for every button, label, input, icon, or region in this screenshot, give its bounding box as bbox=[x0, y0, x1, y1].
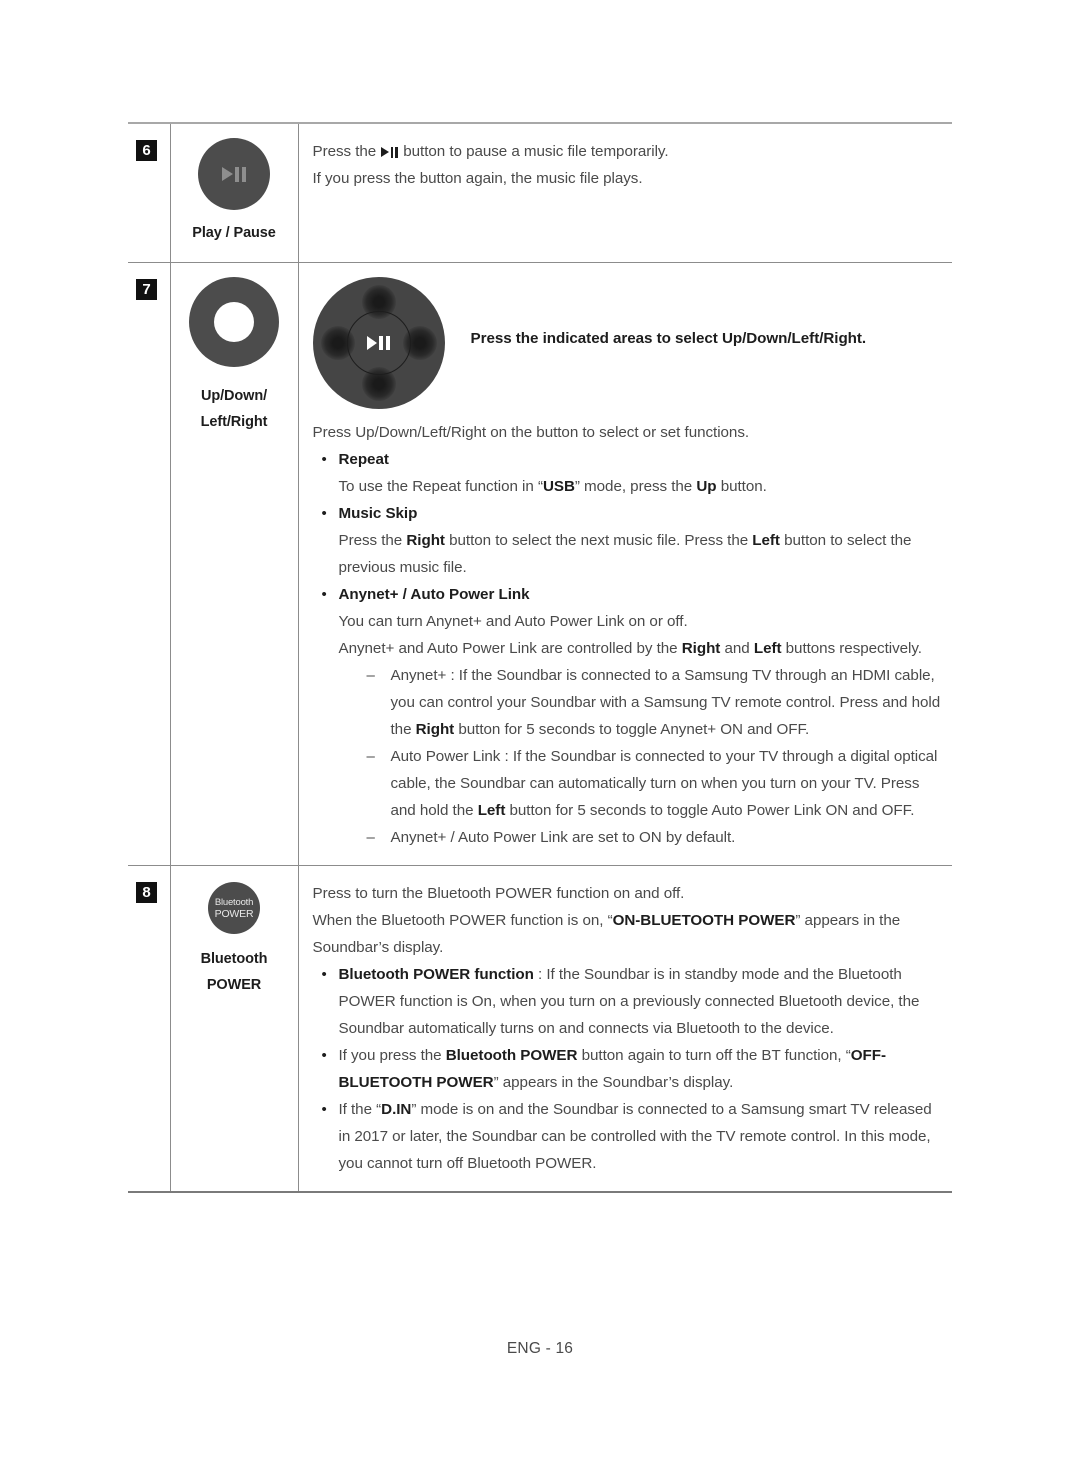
table-row: 7 Up/Down/ Left/Right Press the indicate… bbox=[128, 262, 952, 866]
rich-text: Press to turn the Bluetooth POWER functi… bbox=[312, 885, 685, 902]
dpad-diagram-row: Press the indicated areas to select Up/D… bbox=[312, 277, 947, 409]
step-number-badge: 7 bbox=[136, 279, 157, 300]
list-item: Repeat To use the Repeat function in “US… bbox=[313, 446, 947, 500]
row-description-cell: Press the indicated areas to select Up/D… bbox=[298, 262, 952, 866]
list-item: Anynet+ / Auto Power Link are set to ON … bbox=[365, 824, 947, 851]
list-item: If you press the Bluetooth POWER button … bbox=[313, 1042, 947, 1096]
rich-text: Press the Right button to select the nex… bbox=[338, 532, 912, 576]
list-item: Anynet+ / Auto Power Link You can turn A… bbox=[313, 581, 947, 851]
row-icon-cell: Up/Down/ Left/Right bbox=[170, 262, 299, 866]
bullet-body: You can turn Anynet+ and Auto Power Link… bbox=[339, 608, 947, 635]
description-line: Press the button to pause a music file t… bbox=[313, 138, 947, 165]
description-line: If you press the button again, the music… bbox=[312, 170, 643, 187]
directional-pad-icon bbox=[312, 277, 445, 409]
list-item: If the “D.IN” mode is on and the Soundba… bbox=[313, 1096, 947, 1177]
step-number-badge: 6 bbox=[136, 140, 157, 161]
dpad-instruction-note: Press the indicated areas to select Up/D… bbox=[470, 330, 867, 347]
button-description-table: 6 Play / Pause Press the button to pause… bbox=[128, 122, 952, 1193]
row-number-cell: 7 bbox=[128, 262, 171, 866]
dpad-center-play-pause-icon bbox=[346, 311, 411, 375]
list-item: Auto Power Link : If the Soundbar is con… bbox=[365, 743, 947, 824]
play-pause-icon bbox=[198, 138, 270, 210]
rich-text: You can turn Anynet+ and Auto Power Link… bbox=[338, 613, 688, 630]
updown-leftright-ring-icon bbox=[189, 277, 279, 367]
description-intro: Press Up/Down/Left/Right on the button t… bbox=[312, 424, 750, 441]
row-number-cell: 6 bbox=[128, 123, 171, 263]
bluetooth-power-icon-line1: Bluetooth bbox=[214, 896, 254, 908]
list-item: Music Skip Press the Right button to sel… bbox=[313, 500, 947, 581]
sub-dash-list: Anynet+ : If the Soundbar is connected t… bbox=[339, 662, 947, 851]
icon-caption: POWER bbox=[206, 977, 262, 993]
icon-caption: Play / Pause bbox=[192, 225, 276, 241]
desc-text-pre: Press the bbox=[312, 143, 381, 160]
icon-caption: Up/Down/ bbox=[200, 388, 268, 404]
description-line: Press to turn the Bluetooth POWER functi… bbox=[313, 880, 947, 907]
rich-text: Auto Power Link : If the Soundbar is con… bbox=[390, 748, 938, 819]
row-description-cell: Press to turn the Bluetooth POWER functi… bbox=[298, 865, 952, 1192]
bluetooth-power-icon: Bluetooth POWER bbox=[208, 882, 260, 934]
bluetooth-power-icon-line2: POWER bbox=[214, 907, 254, 920]
table-row: 6 Play / Pause Press the button to pause… bbox=[128, 123, 952, 263]
row-description-cell: Press the button to pause a music file t… bbox=[298, 123, 952, 263]
bullet-title: Anynet+ / Auto Power Link bbox=[338, 586, 530, 603]
rich-text: Anynet+ : If the Soundbar is connected t… bbox=[390, 667, 941, 738]
feature-bullet-list: Repeat To use the Repeat function in “US… bbox=[313, 446, 947, 851]
rich-text: When the Bluetooth POWER function is on,… bbox=[312, 912, 901, 956]
rich-text: Anynet+ / Auto Power Link are set to ON … bbox=[390, 829, 736, 846]
rich-text: Bluetooth POWER function : If the Soundb… bbox=[338, 966, 920, 1037]
bullet-body: Press the Right button to select the nex… bbox=[339, 527, 947, 581]
rich-text: If the “D.IN” mode is on and the Soundba… bbox=[338, 1101, 932, 1172]
bullet-title: Music Skip bbox=[338, 505, 418, 522]
icon-caption: Left/Right bbox=[200, 414, 268, 430]
manual-page: 6 Play / Pause Press the button to pause… bbox=[0, 0, 1080, 1479]
list-item: Bluetooth POWER function : If the Soundb… bbox=[313, 961, 947, 1042]
icon-caption: Bluetooth bbox=[200, 951, 268, 967]
rich-text: Anynet+ and Auto Power Link are controll… bbox=[338, 640, 922, 657]
desc-text-post: button to pause a music file temporarily… bbox=[399, 143, 669, 160]
step-number-badge: 8 bbox=[136, 882, 157, 903]
list-item: Anynet+ : If the Soundbar is connected t… bbox=[365, 662, 947, 743]
row-icon-cell: Bluetooth POWER Bluetooth POWER bbox=[170, 865, 299, 1192]
feature-bullet-list: Bluetooth POWER function : If the Soundb… bbox=[313, 961, 947, 1177]
page-footer: ENG - 16 bbox=[506, 1340, 574, 1357]
row-number-cell: 8 bbox=[128, 865, 171, 1192]
bullet-body: To use the Repeat function in “USB” mode… bbox=[339, 473, 947, 500]
description-line: When the Bluetooth POWER function is on,… bbox=[313, 907, 947, 961]
inline-play-pause-icon bbox=[381, 146, 399, 158]
play-pause-glyph bbox=[221, 166, 247, 182]
bullet-body: Anynet+ and Auto Power Link are controll… bbox=[339, 635, 947, 662]
rich-text: If you press the Bluetooth POWER button … bbox=[338, 1047, 887, 1091]
bullet-title: Repeat bbox=[338, 451, 389, 468]
table-row: 8 Bluetooth POWER Bluetooth POWER Press … bbox=[128, 865, 952, 1192]
rich-text: To use the Repeat function in “USB” mode… bbox=[338, 478, 767, 495]
row-icon-cell: Play / Pause bbox=[170, 123, 299, 263]
